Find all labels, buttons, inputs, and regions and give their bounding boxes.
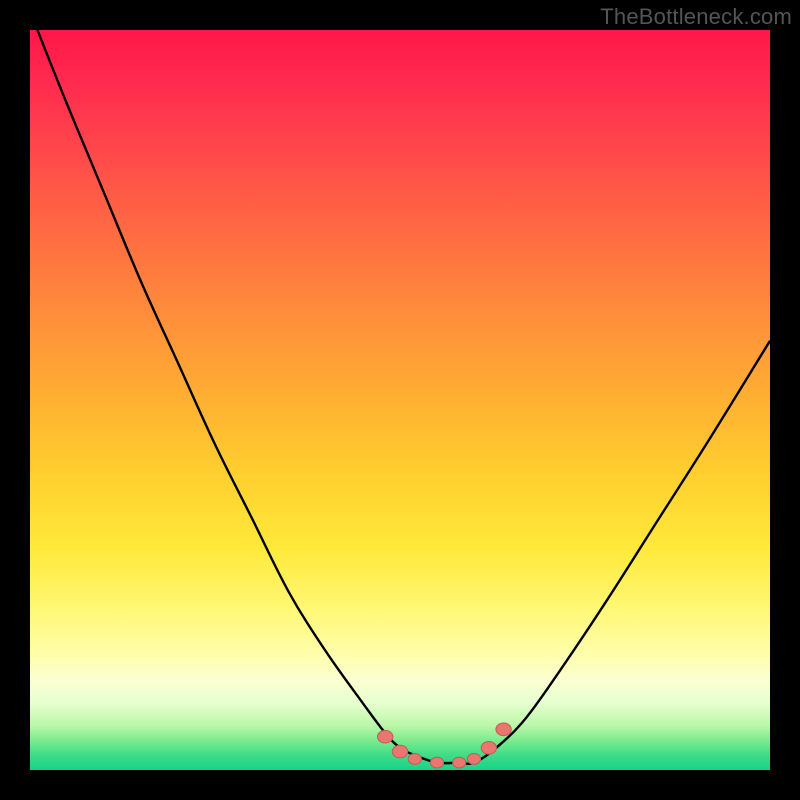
- marker-dot: [496, 723, 511, 736]
- chart-svg: [30, 30, 770, 770]
- marker-dot: [378, 730, 393, 743]
- highlight-markers: [378, 723, 512, 768]
- marker-dot: [453, 757, 466, 768]
- plot-area: [30, 30, 770, 770]
- marker-dot: [408, 754, 421, 765]
- marker-dot: [467, 754, 480, 765]
- image-frame: TheBottleneck.com: [0, 0, 800, 800]
- watermark-text: TheBottleneck.com: [600, 4, 792, 30]
- marker-dot: [481, 742, 496, 755]
- bottleneck-curve: [37, 30, 770, 764]
- marker-dot: [392, 745, 407, 758]
- marker-dot: [430, 757, 443, 768]
